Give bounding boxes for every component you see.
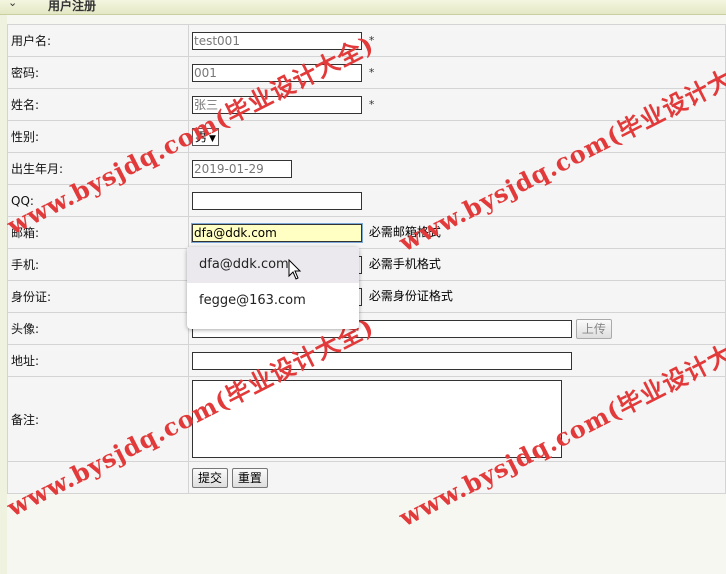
submit-button[interactable]: 提交 (192, 467, 229, 488)
row-email: 邮箱: 必需邮箱格式 (7, 216, 726, 249)
dropdown-arrow-icon: ▼ (209, 133, 216, 144)
left-border-strip (0, 0, 7, 574)
mouse-pointer-icon (288, 259, 302, 280)
gender-label: 性别: (7, 120, 189, 153)
gender-select[interactable]: 男 ▼ (192, 127, 219, 146)
row-gender: 性别: 男 ▼ (7, 120, 726, 153)
email-format-hint: 必需邮箱格式 (368, 225, 441, 240)
row-idcard: 身份证: 必需身份证格式 (7, 280, 726, 313)
autocomplete-item[interactable]: dfa@ddk.com (187, 247, 359, 283)
remark-label: 备注: (7, 376, 189, 462)
username-input[interactable] (192, 31, 362, 50)
panel-title: 用户注册 (48, 0, 97, 13)
realname-label: 姓名: (7, 88, 189, 121)
row-avatar: 头像: 上传 (7, 312, 726, 345)
qq-label: QQ: (7, 184, 189, 217)
phone-format-hint: 必需手机格式 (368, 257, 441, 272)
gender-selected-value: 男 (195, 129, 208, 144)
row-username: 用户名: * (7, 24, 726, 57)
username-label: 用户名: (7, 24, 189, 57)
row-password: 密码: * (7, 56, 726, 89)
required-mark: * (368, 98, 375, 111)
upload-button[interactable]: 上传 (575, 318, 612, 339)
idcard-label: 身份证: (7, 280, 189, 313)
address-label: 地址: (7, 344, 189, 377)
birthdate-input[interactable] (192, 159, 292, 178)
email-label: 邮箱: (7, 216, 189, 249)
row-birthdate: 出生年月: (7, 152, 726, 185)
remark-textarea[interactable] (192, 380, 562, 458)
autocomplete-item[interactable]: fegge@163.com (187, 283, 359, 319)
row-qq: QQ: (7, 184, 726, 217)
registration-form: 用户名: * 密码: * 姓名: * 性别: 男▼ 出生年月: (7, 24, 726, 494)
required-mark: * (368, 66, 375, 79)
birthdate-label: 出生年月: (7, 152, 189, 185)
row-phone: 手机: 必需手机格式 (7, 248, 726, 281)
caret-down-icon[interactable]: ⌄ (8, 0, 17, 9)
row-remark: 备注: (7, 376, 726, 462)
row-actions: 提交 重置 (7, 461, 726, 494)
email-autocomplete-dropdown: dfa@ddk.com fegge@163.com (187, 247, 359, 329)
required-mark: * (368, 34, 375, 47)
password-input[interactable] (192, 63, 362, 82)
avatar-label: 头像: (7, 312, 189, 345)
qq-input[interactable] (192, 191, 362, 210)
row-address: 地址: (7, 344, 726, 377)
phone-label: 手机: (7, 248, 189, 281)
idcard-format-hint: 必需身份证格式 (368, 289, 453, 304)
realname-input[interactable] (192, 95, 362, 114)
email-input[interactable] (191, 222, 363, 243)
password-label: 密码: (7, 56, 189, 89)
panel-header: ⌄ 用户注册 (0, 0, 726, 15)
row-realname: 姓名: * (7, 88, 726, 121)
address-input[interactable] (192, 351, 572, 370)
reset-button[interactable]: 重置 (231, 467, 268, 488)
